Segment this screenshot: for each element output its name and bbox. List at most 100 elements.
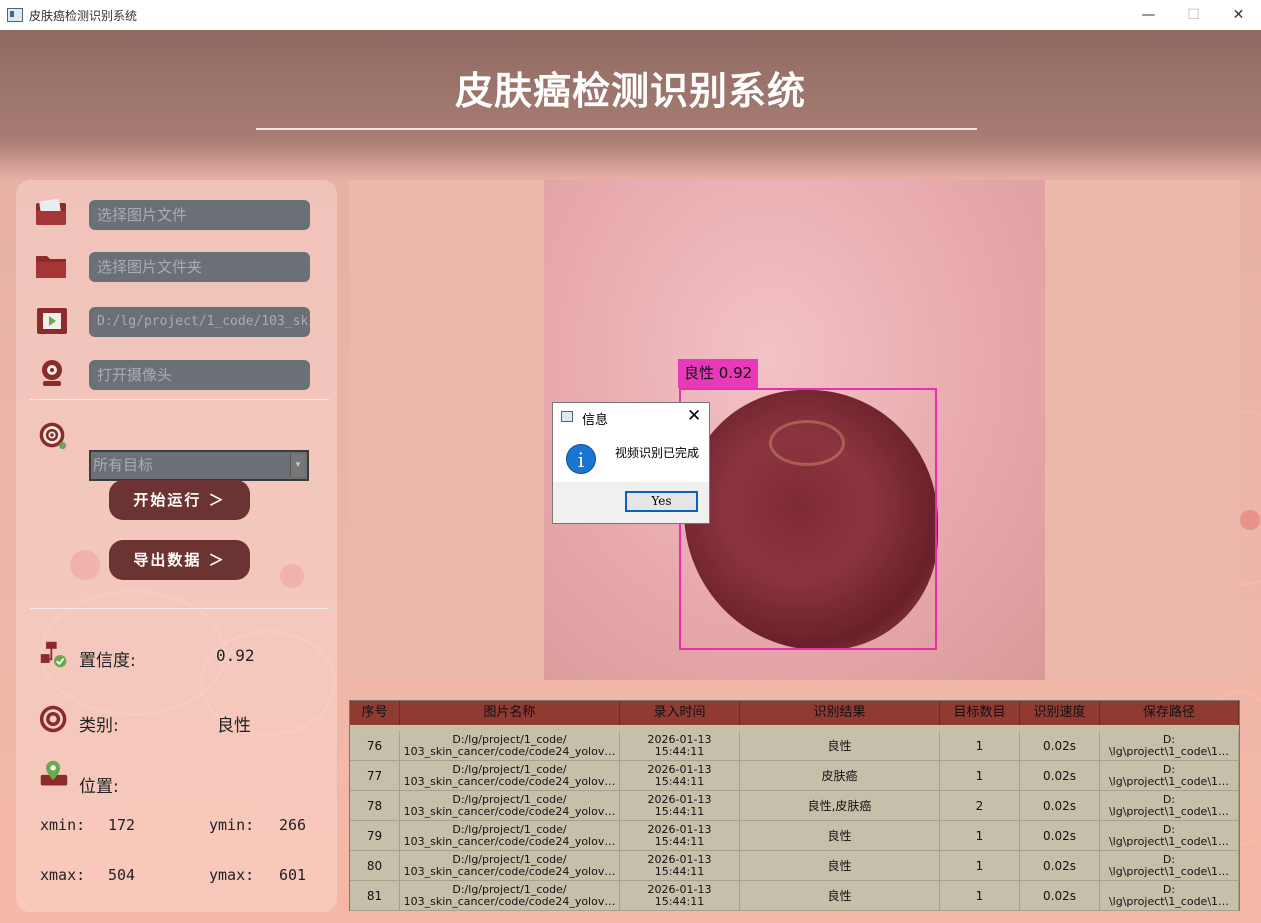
column-header[interactable]: 识别速度	[1020, 701, 1100, 725]
cell-speed: 0.02s	[1020, 881, 1100, 910]
cell-id: 80	[350, 851, 400, 880]
close-icon: ✕	[1232, 7, 1245, 23]
cell-path: D: \lg\project\1_code\1…	[1100, 731, 1239, 760]
cell-time: 2026-01-13 15:44:11	[620, 791, 740, 820]
cell-clock: 15:44:11	[654, 834, 705, 848]
run-button[interactable]: 开始运行 ＞	[109, 480, 250, 520]
image-display: 良性 0.92	[349, 180, 1240, 680]
cell-path: D: \lg\project\1_code\1…	[1100, 791, 1239, 820]
cell-path: D: \lg\project\1_code\1…	[1100, 881, 1239, 910]
cell-count: 1	[940, 821, 1020, 850]
table-row[interactable]: 76 D:/lg/project/1_code/103_skin_cancer/…	[350, 731, 1239, 761]
column-header[interactable]: 识别结果	[740, 701, 940, 725]
maximize-button[interactable]: ☐	[1171, 0, 1216, 30]
cell-date: 2026-01-13	[647, 762, 712, 776]
table-header: 序号 图片名称 录入时间 识别结果 目标数目 识别速度 保存路径	[350, 701, 1239, 725]
results-table: 序号 图片名称 录入时间 识别结果 目标数目 识别速度 保存路径 76 D:/l…	[349, 700, 1240, 911]
confidence-icon	[40, 641, 67, 668]
ymax-label: ymax:	[209, 866, 255, 884]
cell-path-line2: \lg\project\1_code\1…	[1108, 804, 1230, 818]
cell-path-line1: D:	[1162, 732, 1176, 746]
dialog-titlebar[interactable]: 信息 ✕	[553, 403, 709, 431]
cell-path-line1: D:	[1162, 792, 1176, 806]
cell-result: 良性	[740, 821, 940, 850]
chevron-down-icon[interactable]: ▾	[290, 454, 305, 477]
xmin-value: 172	[108, 816, 136, 834]
export-button[interactable]: 导出数据 ＞	[109, 540, 250, 580]
minimize-button[interactable]: —	[1126, 0, 1171, 30]
cell-name-line1: D:/lg/project/1_code/	[452, 792, 567, 806]
cell-date: 2026-01-13	[647, 732, 712, 746]
cell-name-line2: 103_skin_cancer/code/code24_yolov…	[403, 864, 616, 878]
cell-count: 2	[940, 791, 1020, 820]
cell-name-line2: 103_skin_cancer/code/code24_yolov…	[403, 744, 616, 758]
cell-result: 皮肤癌	[740, 761, 940, 790]
cell-date: 2026-01-13	[647, 882, 712, 896]
table-body: 76 D:/lg/project/1_code/103_skin_cancer/…	[350, 731, 1239, 911]
cell-count: 1	[940, 731, 1020, 760]
column-header[interactable]: 保存路径	[1100, 701, 1239, 725]
cell-count: 1	[940, 761, 1020, 790]
target-select[interactable]: 所有目标 ▾	[89, 450, 309, 481]
table-row[interactable]: 77 D:/lg/project/1_code/103_skin_cancer/…	[350, 761, 1239, 791]
close-window-button[interactable]: ✕	[1216, 0, 1261, 30]
cell-date: 2026-01-13	[647, 852, 712, 866]
detection-label: 良性 0.92	[678, 359, 759, 388]
cell-clock: 15:44:11	[654, 744, 705, 758]
cell-path-line1: D:	[1162, 762, 1176, 776]
cell-speed: 0.02s	[1020, 761, 1100, 790]
column-header[interactable]: 录入时间	[620, 701, 740, 725]
panel-divider	[30, 608, 329, 609]
cell-name-line1: D:/lg/project/1_code/	[452, 732, 567, 746]
ymin-value: 266	[279, 816, 307, 834]
camera-input[interactable]: 打开摄像头	[89, 360, 310, 390]
table-row[interactable]: 78 D:/lg/project/1_code/103_skin_cancer/…	[350, 791, 1239, 821]
table-row[interactable]: 79 D:/lg/project/1_code/103_skin_cancer/…	[350, 821, 1239, 851]
cell-id: 79	[350, 821, 400, 850]
cell-path-line1: D:	[1162, 852, 1176, 866]
maximize-icon: ☐	[1187, 7, 1200, 23]
dialog-title: 信息	[582, 413, 609, 428]
class-icon	[39, 705, 67, 733]
cell-name: D:/lg/project/1_code/103_skin_cancer/cod…	[400, 731, 620, 760]
cell-result: 良性	[740, 881, 940, 910]
cell-name-line1: D:/lg/project/1_code/	[452, 882, 567, 896]
app-icon	[7, 8, 23, 22]
cell-name-line2: 103_skin_cancer/code/code24_yolov…	[403, 774, 616, 788]
confidence-label: 置信度:	[79, 651, 136, 671]
info-dialog: 信息 ✕ i 视频识别已完成 Yes	[552, 402, 710, 524]
cell-id: 78	[350, 791, 400, 820]
xmax-label: xmax:	[40, 866, 86, 884]
cell-date: 2026-01-13	[647, 792, 712, 806]
ymin-label: ymin:	[209, 816, 255, 834]
cell-name: D:/lg/project/1_code/103_skin_cancer/cod…	[400, 821, 620, 850]
video-file-input[interactable]: D:/lg/project/1_code/103_skin_cancer	[89, 307, 310, 337]
confidence-value: 0.92	[216, 646, 255, 665]
cell-clock: 15:44:11	[654, 864, 705, 878]
column-header[interactable]: 目标数目	[940, 701, 1020, 725]
cell-speed: 0.02s	[1020, 851, 1100, 880]
yes-button[interactable]: Yes	[625, 491, 698, 512]
minimize-icon: —	[1141, 7, 1156, 23]
dialog-app-icon	[561, 411, 573, 422]
folder-icon	[36, 256, 66, 278]
cell-id: 77	[350, 761, 400, 790]
image-file-input[interactable]: 选择图片文件	[89, 200, 310, 230]
column-header[interactable]: 图片名称	[400, 701, 620, 725]
cell-clock: 15:44:11	[654, 804, 705, 818]
location-pin-icon	[40, 760, 68, 786]
table-row[interactable]: 80 D:/lg/project/1_code/103_skin_cancer/…	[350, 851, 1239, 881]
cell-result: 良性	[740, 851, 940, 880]
close-icon[interactable]: ✕	[687, 406, 701, 426]
cell-clock: 15:44:11	[654, 894, 705, 908]
cell-name-line1: D:/lg/project/1_code/	[452, 822, 567, 836]
image-file-icon	[36, 198, 66, 225]
table-row[interactable]: 81 D:/lg/project/1_code/103_skin_cancer/…	[350, 881, 1239, 911]
column-header[interactable]: 序号	[350, 701, 400, 725]
cell-name: D:/lg/project/1_code/103_skin_cancer/cod…	[400, 881, 620, 910]
cell-path: D: \lg\project\1_code\1…	[1100, 821, 1239, 850]
image-folder-input[interactable]: 选择图片文件夹	[89, 252, 310, 282]
cell-name-line2: 103_skin_cancer/code/code24_yolov…	[403, 804, 616, 818]
ymax-value: 601	[279, 866, 307, 884]
cell-time: 2026-01-13 15:44:11	[620, 881, 740, 910]
